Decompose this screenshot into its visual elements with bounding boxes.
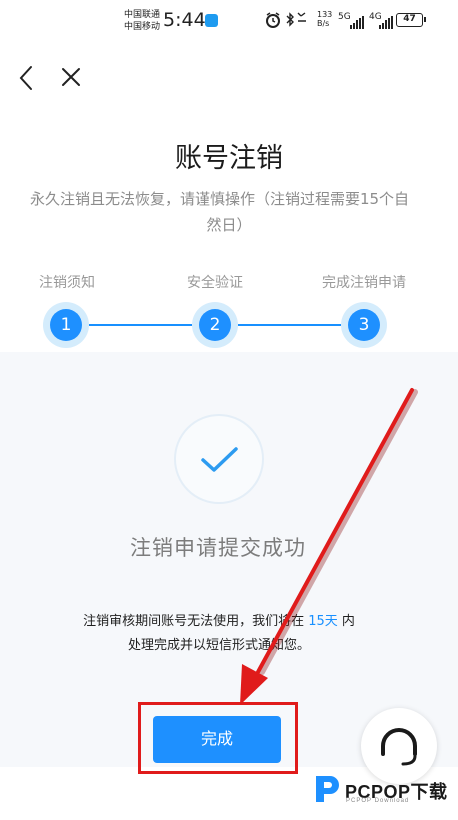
step-label-2: 安全验证 — [187, 275, 243, 291]
step-label-3: 完成注销申请 — [322, 275, 406, 291]
net-speed-value: 133 — [317, 10, 333, 19]
step-number-3: 3 — [348, 309, 380, 341]
done-button[interactable]: 完成 — [153, 716, 281, 763]
net-speed: 133 B/s — [317, 10, 332, 28]
watermark-logo-icon — [316, 776, 339, 802]
chevron-left-icon — [19, 66, 32, 90]
carrier-2: 中国移动 — [124, 22, 161, 32]
carrier-names: 中国联通 中国移动 — [124, 9, 160, 33]
battery-icon: 47 — [396, 13, 426, 27]
close-icon — [62, 68, 80, 86]
success-title: 注销申请提交成功 — [130, 536, 306, 560]
notice-prefix: 注销审核期间账号无法使用，我们将在 — [83, 614, 309, 629]
watermark-badge — [361, 708, 437, 784]
step-number-1: 1 — [50, 309, 82, 341]
step-number-2: 2 — [199, 309, 231, 341]
net-speed-unit: B/s — [317, 19, 330, 28]
notice-suffix: 内 — [337, 614, 355, 629]
notice-text: 注销审核期间账号无法使用，我们将在 15天 内 处理完成并以短信形式通知您。 — [0, 610, 438, 658]
subtitle-line-1: 永久注销且无法恢复，请谨慎操作（注销过程需要15个自 — [29, 190, 410, 208]
notification-app-icon — [205, 14, 218, 27]
headset-icon — [381, 728, 417, 766]
signal-bars-icon — [350, 15, 366, 29]
step-indicator-1: 1 — [43, 302, 89, 348]
step-label-1: 注销须知 — [39, 275, 95, 291]
step-indicator-2: 2 — [192, 302, 238, 348]
status-bar: 中国联通 中国移动 5:44 133 B/s 5G 4G 47 — [0, 0, 458, 44]
success-check-icon — [174, 414, 264, 504]
step-indicator-3: 3 — [341, 302, 387, 348]
step-connector-2 — [238, 324, 341, 326]
watermark-subtitle: PCPOP Download — [346, 798, 410, 804]
subtitle-line-2: 然日） — [206, 216, 252, 234]
step-connector-1 — [89, 324, 192, 326]
notice-days: 15天 — [308, 614, 338, 629]
network-5g-label: 5G — [338, 12, 351, 22]
notice-line-2: 处理完成并以短信形式通知您。 — [127, 638, 310, 653]
status-time: 5:44 — [163, 9, 206, 31]
signal-bars-icon — [379, 15, 395, 29]
page-subtitle: 永久注销且无法恢复，请谨慎操作（注销过程需要15个自 然日） — [0, 186, 458, 238]
alarm-icon — [266, 12, 306, 28]
close-button[interactable] — [60, 66, 82, 88]
back-button[interactable] — [16, 64, 38, 92]
page-title: 账号注销 — [175, 143, 283, 174]
carrier-1: 中国联通 — [124, 10, 161, 20]
alarm-bluetooth-icons — [265, 12, 309, 31]
